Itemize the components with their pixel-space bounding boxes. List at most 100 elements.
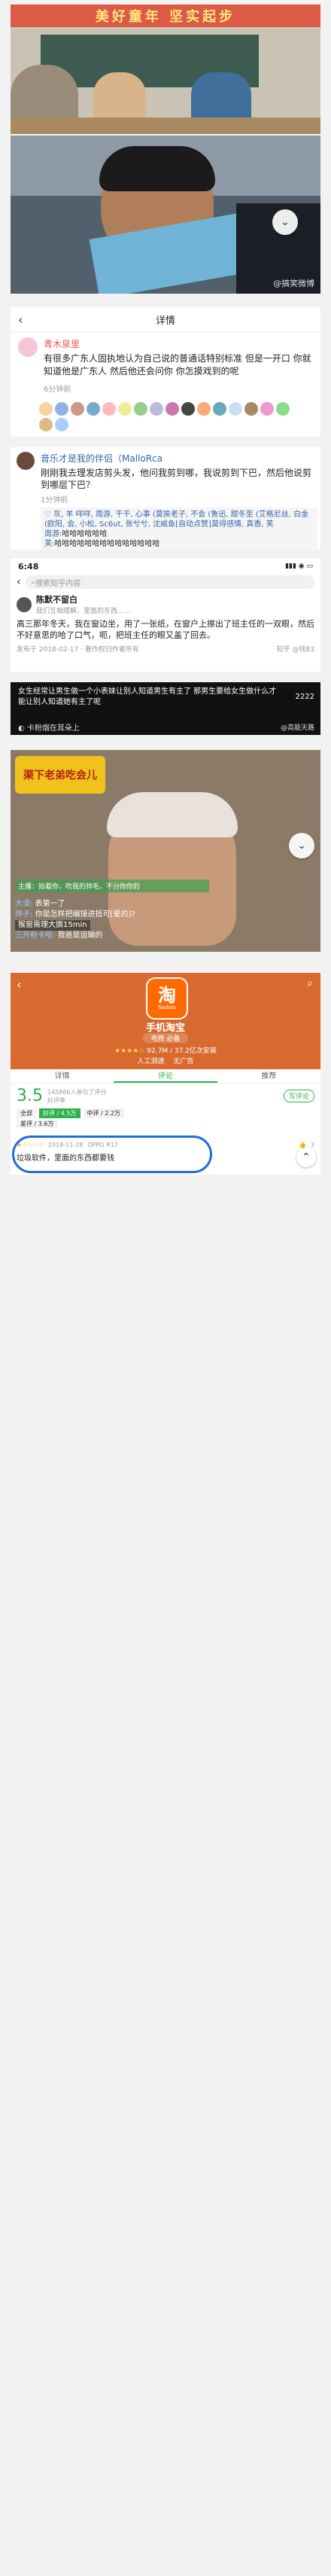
avatar[interactable] [39, 402, 53, 416]
tab-recommend[interactable]: 推荐 [217, 1069, 320, 1083]
back-icon[interactable]: ‹ [17, 576, 21, 588]
comment-item: 大漠: 表第一了 [15, 900, 65, 908]
watermark: @搞笑微博 [273, 279, 314, 288]
avatar[interactable] [213, 402, 226, 416]
annotation-circle [12, 1136, 212, 1173]
tab-reviews[interactable]: 评论 [114, 1069, 217, 1083]
reviews-panel: 详情 评论 推荐 3.5 145866人参与了评分 好评率 写评论 全部 好评 … [11, 1069, 320, 1175]
logo-char: 淘 [158, 985, 176, 1006]
man-hair [107, 792, 238, 837]
avatar[interactable] [244, 402, 258, 416]
search-placeholder: 搜索知乎内容 [35, 579, 81, 588]
classroom-banner: 美好童年 坚实起步 [11, 5, 320, 27]
comment-text: 哈哈哈哈哈哈 [62, 530, 108, 538]
comment-author[interactable]: 芙: [44, 540, 54, 548]
desk [11, 117, 320, 134]
filter-all[interactable]: 全部 [17, 1108, 36, 1118]
rating-summary: 3.5 145866人参与了评分 好评率 写评论 [11, 1084, 320, 1108]
likers-list: ♡ 灰, 羊 咩咩, 周游, 干干, 心事 (莫挨老子, 不会 (鲁迅, 甜冬至… [44, 511, 309, 529]
post-username[interactable]: 音乐才是我的伴侣（MalloRca [41, 452, 317, 465]
tab-details[interactable]: 详情 [11, 1069, 114, 1083]
status-time: 6:48 [18, 561, 39, 572]
zhihu-screenshot: 6:48 ▮▮▮ ◉ ▭ ‹ ⌕ 搜索知乎内容 陈默不留白 我们互相理解，里面的… [11, 559, 320, 672]
post-body: 有很多广东人固执地认为自己说的普通话特别标准 但是一开口 你就知道他是广东人 然… [44, 353, 311, 376]
avatar[interactable] [150, 402, 163, 416]
reading-boy-photo: ⌄ @搞笑微博 [11, 136, 320, 294]
avatar[interactable] [55, 402, 68, 416]
avatar[interactable] [229, 402, 242, 416]
search-input[interactable]: ⌕ 搜索知乎内容 [25, 575, 314, 589]
liker-avatars [39, 402, 295, 431]
video-caption: 女生经常让男生做一个小表妹让别人知道男生有主了 那男生要给女生做什么才能让别人知… [18, 687, 277, 706]
search-bar-row: ‹ ⌕ 搜索知乎内容 [11, 574, 320, 590]
avatar[interactable] [17, 452, 35, 470]
weibo-detail-card: ‹ 详情 青木泉里 有很多广东人固执地认为自己说的普通话特别标准 但是一开口 你… [11, 307, 320, 437]
stream-banner-text: 渠下老弟吃会儿 [23, 770, 97, 782]
status-bar: 6:48 ▮▮▮ ◉ ▭ [11, 559, 320, 574]
app-name: 手机淘宝 [145, 1023, 185, 1034]
chevron-down-icon[interactable]: ⌄ [289, 833, 314, 858]
avatar[interactable] [87, 402, 100, 416]
avatar[interactable] [102, 402, 116, 416]
chevron-down-icon[interactable]: ⌄ [272, 209, 298, 235]
answer-subtitle: 我们互相理解，里面的东西…… [36, 608, 132, 615]
avatar[interactable] [17, 596, 32, 612]
app-logo: 淘 Taobao [146, 977, 188, 1020]
comment-box: ♡ 灰, 羊 咩咩, 周游, 干干, 心事 (莫挨老子, 不会 (鲁迅, 甜冬至… [41, 508, 317, 550]
video-hint: ◐ 卡粉烟在耳朵上 [18, 724, 80, 733]
avatar[interactable] [276, 402, 290, 416]
answer-source: 知乎 @钱83 [276, 646, 314, 654]
detail-header: ‹ 详情 [11, 307, 320, 332]
comment-item: 烨子: 你是怎样把编接进抵可[星的]? [15, 910, 135, 919]
no-ads-badge: 无广告 [173, 1058, 194, 1065]
like-count: 3 [310, 1142, 314, 1148]
logo-sub: Taobao [157, 1004, 177, 1011]
filter-bad[interactable]: 差评 / 3.6万 [17, 1120, 58, 1128]
watermark: @高能天路 [280, 724, 314, 732]
answer-username[interactable]: 陈默不留白 [36, 593, 131, 605]
avatar[interactable] [55, 418, 68, 431]
livestream-video: 渠下老弟吃会儿 主播：拍着你，吹我的帅毛，不分你你的 大漠: 表第一了 烨子: … [11, 750, 320, 952]
rating-score: 3.5 [17, 1087, 43, 1105]
verified-badge: 人工测速 [137, 1058, 165, 1065]
tab-bar: 详情 评论 推荐 [11, 1069, 320, 1084]
avatar[interactable] [166, 402, 179, 416]
comment-item: 芙:哈哈哈哈哈哈哈哈哈哈哈哈哈哈 [44, 539, 314, 549]
avatar[interactable] [181, 402, 195, 416]
answer-date: 发布于 2018-02-17 · 著作权归作者所有 [17, 646, 139, 654]
avatar[interactable] [260, 402, 274, 416]
filter-good[interactable]: 好评 / 4.5万 [39, 1108, 80, 1118]
banner-text: 美好童年 坚实起步 [95, 9, 236, 25]
post-time: 6分钟前 [44, 386, 71, 394]
app-store-header: ‹ ⌕ 淘 Taobao 手机淘宝 电商 必备 ★★★★☆ 92.7M / 37… [11, 973, 320, 1069]
classroom-photo: 美好童年 坚实起步 [11, 5, 320, 134]
avatar[interactable] [197, 402, 211, 416]
like-count: 2222 [295, 693, 314, 701]
avatar[interactable] [118, 402, 132, 416]
gift-item: 猴窗需理大旗15min [15, 920, 90, 931]
back-icon[interactable]: ‹ [18, 312, 23, 327]
avatar[interactable] [39, 418, 53, 431]
comment-text: 哈哈哈哈哈哈哈哈哈哈哈哈哈哈 [54, 540, 160, 548]
search-icon[interactable]: ⌕ [307, 977, 313, 989]
boy-hair [99, 146, 215, 191]
post-username[interactable]: 青木泉里 [44, 337, 314, 350]
answer-body: 高三那年冬天，我在窗边坐，用了一张纸，在窗户上擦出了班主任的一双眼，然后不好意思… [17, 619, 314, 640]
app-tag: 电商 必备 [143, 1033, 188, 1043]
chevron-up-icon[interactable]: ⌃ [296, 1148, 316, 1167]
filter-mid[interactable]: 中评 / 2.2万 [83, 1108, 125, 1118]
haircut-post-card: 音乐才是我的伴侣（MalloRca 刚刚我去理发店剪头发，他问我剪到哪，我说剪到… [11, 447, 320, 550]
avatar[interactable] [134, 402, 147, 416]
write-review-button[interactable]: 写评论 [283, 1090, 314, 1102]
rating-sub: 好评率 [47, 1096, 65, 1104]
comment-author[interactable]: 周游: [44, 530, 62, 538]
avatar[interactable] [71, 402, 84, 416]
detail-title: 详情 [155, 315, 175, 327]
app-stats: ★★★★☆ 92.7M / 37.2亿次安装 [114, 1047, 217, 1055]
blurred-message: 主播：拍着你，吹我的帅毛，不分你你的 [15, 879, 209, 892]
avatar[interactable] [18, 337, 38, 357]
comment-item: 周游:哈哈哈哈哈哈 [44, 529, 314, 539]
post-author-row: 青木泉里 有很多广东人固执地认为自己说的普通话特别标准 但是一开口 你就知道他是… [18, 337, 314, 394]
stream-banner: 渠下老弟吃会儿 [15, 756, 105, 794]
back-icon[interactable]: ‹ [17, 977, 21, 992]
